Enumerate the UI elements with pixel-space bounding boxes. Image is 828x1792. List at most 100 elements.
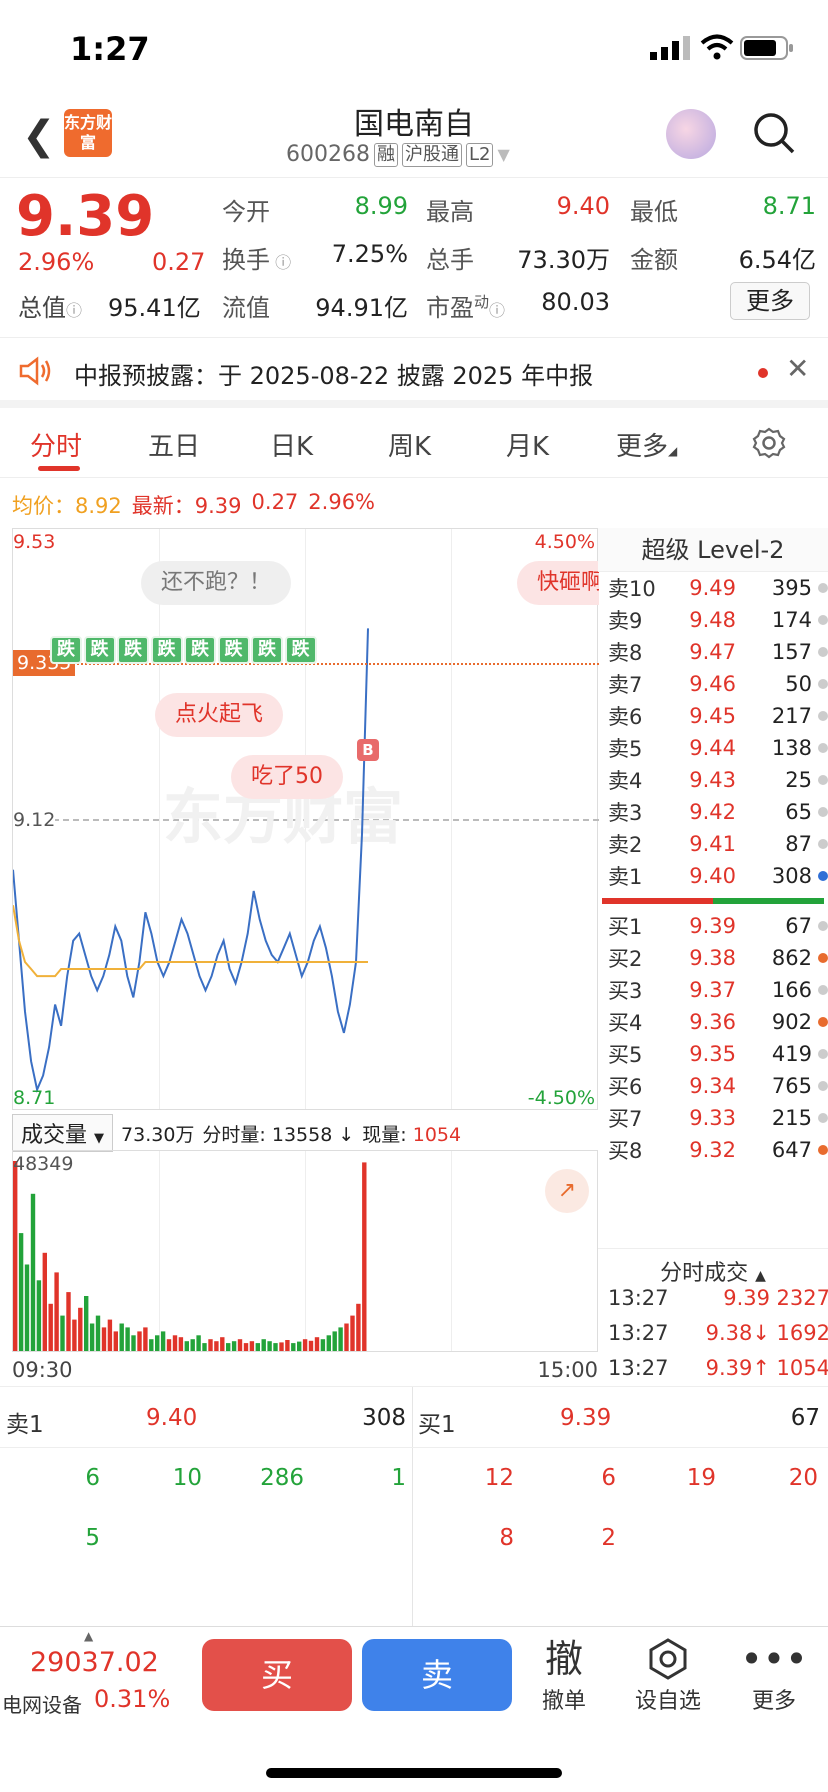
queue-panel: 卖1 9.40 308 买1 9.39 67 6 10 286 1 5 12 6 19 20 8 2: [0, 1386, 828, 1627]
trades-title[interactable]: 分时成交 ▲: [598, 1248, 828, 1287]
volume-bar: [149, 1339, 154, 1351]
now-volume-label: 现量: 1054: [362, 1123, 462, 1146]
queue-order: 19: [686, 1465, 716, 1491]
trade-row: 13:27 9.39 2327: [608, 1286, 828, 1310]
volume-bar: [42, 1252, 47, 1351]
bid-volume: 862: [771, 946, 812, 970]
tab-monthly-k[interactable]: 月K: [506, 426, 549, 463]
ask-volume: 138: [771, 736, 812, 760]
ask-row[interactable]: 卖5 9.44 138: [598, 732, 828, 764]
index-value[interactable]: 29037.02: [30, 1647, 159, 1678]
bid-row[interactable]: 买1 9.39 67: [598, 910, 828, 942]
tab-more[interactable]: 更多◢: [616, 426, 677, 463]
bid-price: 9.33: [689, 1106, 736, 1130]
stock-code-row[interactable]: 600268 融 沪股通 L2 ▼: [286, 142, 510, 167]
trade-time: 13:27: [608, 1286, 669, 1310]
expand-icon[interactable]: ↗: [545, 1169, 589, 1213]
ask-row[interactable]: 卖7 9.46 50: [598, 668, 828, 700]
avg-label: 均价：8.92: [12, 494, 122, 518]
caret-up-icon: ▲: [84, 1629, 94, 1643]
buy-button[interactable]: 买: [202, 1639, 352, 1711]
level2-panel: 超级 Level-2 卖10 9.49 395 卖9 9.48 174 卖8 9.47 157 卖…: [598, 528, 828, 1168]
level2-title[interactable]: 超级 Level-2: [598, 528, 828, 572]
notice-bar[interactable]: 中报预披露：于 2025-08-22 披露 2025 年中报 ✕: [0, 338, 828, 408]
volume-info-row: 成交量 ▼ 73.30万 分时量: 13558 ↓ 现量: 1054: [12, 1114, 461, 1152]
volume-bar: [137, 1331, 142, 1351]
ask-row[interactable]: 卖10 9.49 395: [598, 572, 828, 604]
volume-bar: [202, 1343, 207, 1351]
volume-bar: [18, 1233, 24, 1351]
drop-stamp-icon: 跌: [251, 636, 283, 664]
volume-bar: [172, 1335, 178, 1351]
ask-row[interactable]: 卖4 9.43 25: [598, 764, 828, 796]
ask-row[interactable]: 卖3 9.42 65: [598, 796, 828, 828]
volume-bar: [214, 1341, 219, 1351]
volume-indicator-select[interactable]: 成交量 ▼: [12, 1114, 114, 1152]
bid-row[interactable]: 买5 9.35 419: [598, 1038, 828, 1070]
ask-label: 卖3: [608, 801, 643, 825]
volume-bar: [273, 1343, 278, 1351]
bid-price: 9.37: [689, 978, 736, 1002]
sell-button[interactable]: 卖: [362, 1639, 512, 1711]
bid-row[interactable]: 买4 9.36 902: [598, 1006, 828, 1038]
add-watchlist-button[interactable]: 设自选: [628, 1635, 708, 1715]
close-icon[interactable]: ✕: [786, 352, 809, 385]
tab-five-day[interactable]: 五日: [148, 426, 200, 463]
bid-row[interactable]: 买7 9.33 215: [598, 1102, 828, 1134]
l2-tag: L2: [465, 142, 494, 167]
tab-weekly-k[interactable]: 周K: [388, 426, 431, 463]
index-percent: 0.31%: [94, 1685, 171, 1713]
comment-bubble[interactable]: 吃了50: [231, 755, 343, 799]
more-quote-button[interactable]: 更多: [730, 282, 810, 320]
comment-bubble[interactable]: 快砸啊: [517, 561, 599, 605]
bid-volume: 419: [771, 1042, 812, 1066]
ask-volume: 157: [771, 640, 812, 664]
ask-row[interactable]: 卖9 9.48 174: [598, 604, 828, 636]
robot-avatar-icon[interactable]: [666, 109, 716, 159]
queue-order: 10: [172, 1465, 202, 1491]
buy-signal-marker[interactable]: B: [357, 739, 379, 761]
bid-row[interactable]: 买99.31293: [598, 1166, 828, 1168]
settings-gear-icon[interactable]: [752, 426, 786, 460]
tab-intraday[interactable]: 分时: [30, 426, 82, 463]
change-amount: 0.27: [152, 248, 206, 276]
order-dot-icon: [818, 775, 828, 785]
float-label: 流值: [222, 294, 270, 322]
pe-value: 80.03: [541, 288, 610, 316]
volume-value: 73.30万: [517, 246, 610, 274]
cancel-order-button[interactable]: 撤 撤单: [524, 1635, 604, 1715]
total-value-label: 总值ⓘ: [18, 294, 83, 322]
queue-order: 8: [499, 1525, 514, 1551]
ask-label: 卖1: [608, 865, 643, 889]
dropdown-icon[interactable]: ▼: [497, 145, 509, 164]
ask-row[interactable]: 卖1 9.40 308: [598, 860, 828, 892]
status-bar: 1:27: [0, 0, 828, 95]
more-menu-button[interactable]: ••• 更多: [734, 1635, 814, 1715]
bid-row[interactable]: 买3 9.37 166: [598, 974, 828, 1006]
order-dot-icon: [818, 1113, 828, 1123]
volume-bar: [350, 1315, 355, 1351]
comment-bubble[interactable]: 还不跑？！: [141, 561, 292, 605]
ask-label: 卖10: [608, 577, 656, 601]
bid-row[interactable]: 买2 9.38 862: [598, 942, 828, 974]
intraday-chart[interactable]: 东方财富 9.335 9.53 9.12 8.71 4.50% -4.50% 还…: [12, 528, 599, 1110]
bid-row[interactable]: 买8 9.32 647: [598, 1134, 828, 1166]
comment-bubble[interactable]: 点火起飞: [155, 693, 284, 737]
volume-total: 73.30万: [121, 1123, 195, 1146]
ask-price: 9.49: [689, 576, 736, 600]
order-dot-icon: [818, 953, 828, 963]
drop-stamp-icon: 跌: [50, 636, 82, 664]
ask-row[interactable]: 卖6 9.45 217: [598, 700, 828, 732]
volume-label: 总手: [426, 246, 474, 274]
order-dot-icon: [818, 839, 828, 849]
queue-order: 12: [484, 1465, 514, 1491]
ask-row[interactable]: 卖8 9.47 157: [598, 636, 828, 668]
search-icon[interactable]: [752, 111, 796, 155]
bid-row[interactable]: 买6 9.34 765: [598, 1070, 828, 1102]
ask-volume: 217: [771, 704, 812, 728]
ask-row[interactable]: 卖2 9.41 87: [598, 828, 828, 860]
order-dot-icon: [818, 985, 828, 995]
current-price: 9.39: [16, 184, 155, 249]
tab-daily-k[interactable]: 日K: [270, 426, 313, 463]
notice-text: 中报预披露：于 2025-08-22 披露 2025 年中报: [74, 362, 594, 390]
